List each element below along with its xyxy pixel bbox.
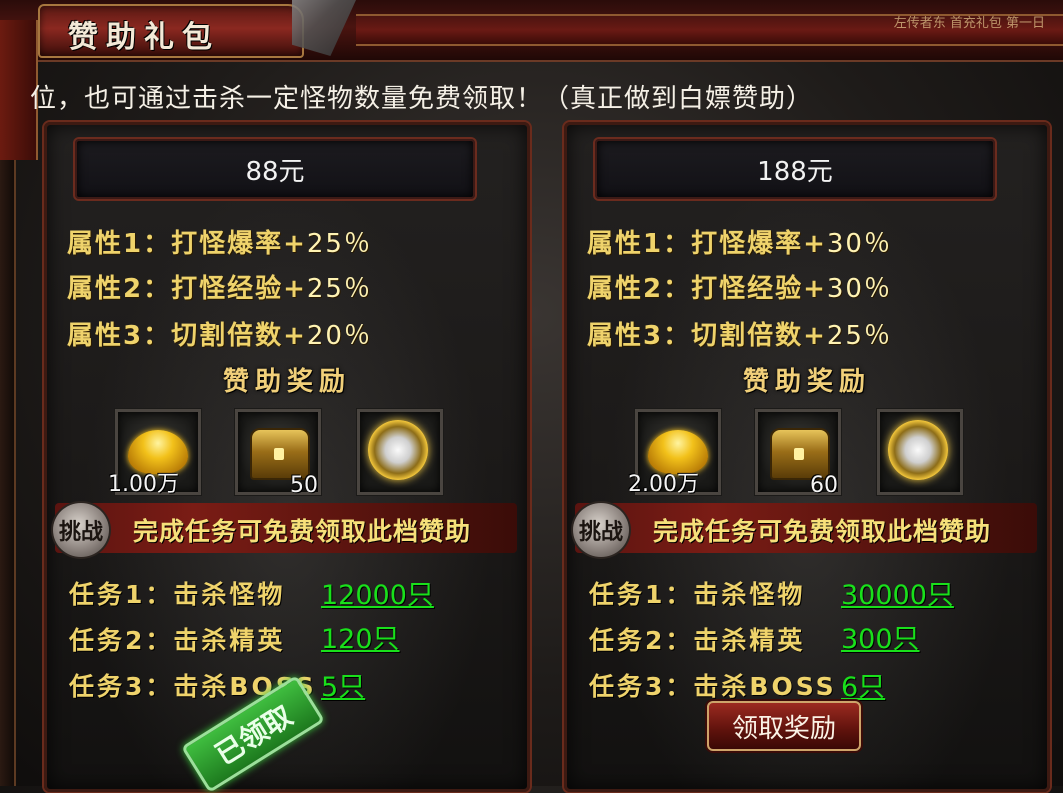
attribute-label: 属性1：打怪爆率+: [67, 229, 307, 259]
attribute-label: 属性1：打怪爆率+: [587, 229, 827, 259]
challenge-tag: 挑战: [571, 501, 631, 559]
reward-slot[interactable]: [357, 409, 443, 495]
attribute-2: 属性2：打怪经验+25％: [67, 268, 372, 305]
reward-count: 50: [290, 473, 318, 498]
challenge-text: 完成任务可免费领取此档赞助: [133, 517, 472, 546]
attribute-3: 属性3：切割倍数+25％: [587, 315, 892, 352]
task-3-value: 5只: [321, 672, 366, 703]
top-right-text: 左传者东 首充礼包 第一日: [893, 16, 1045, 31]
challenge-banner: 挑战 完成任务可免费领取此档赞助: [571, 501, 1037, 559]
attribute-label: 属性2：打怪经验+: [587, 274, 827, 304]
ornament-icon: [292, 0, 356, 56]
reward-slot[interactable]: 1.00万: [108, 409, 201, 497]
attribute-value: 25％: [826, 321, 892, 351]
claim-reward-button[interactable]: 领取奖励: [707, 701, 861, 751]
task-2-value: 120只: [321, 624, 400, 655]
attribute-value: 25％: [306, 274, 372, 304]
dragon-emblem-icon: [368, 420, 428, 480]
attribute-value: 20％: [306, 321, 372, 351]
challenge-tag: 挑战: [51, 501, 111, 559]
attribute-1: 属性1：打怪爆率+25％: [67, 223, 372, 260]
reward-title: 赞助奖励: [222, 367, 351, 397]
attribute-value: 30％: [826, 274, 892, 304]
page-title: 赞助礼包: [68, 20, 220, 55]
header-strip: 左传者东 首充礼包 第一日: [356, 14, 1063, 46]
reward-slot[interactable]: 50: [235, 409, 321, 498]
reward-slot[interactable]: 2.00万: [628, 409, 721, 497]
reward-title: 赞助奖励: [742, 367, 871, 397]
attribute-3: 属性3：切割倍数+20％: [67, 315, 372, 352]
reward-count: 60: [810, 473, 838, 498]
challenge-text: 完成任务可免费领取此档赞助: [653, 517, 992, 546]
reward-count: 2.00万: [628, 472, 699, 497]
task-1-label: 任务1：击杀怪物: [69, 580, 286, 609]
reward-slot[interactable]: [877, 409, 963, 495]
price-label: 188元: [595, 139, 995, 199]
attribute-label: 属性3：切割倍数+: [587, 321, 827, 351]
task-1-label: 任务1：击杀怪物: [589, 580, 806, 609]
task-2-label: 任务2：击杀精英: [69, 626, 286, 655]
task-1-value: 30000只: [841, 580, 954, 611]
reward-slot[interactable]: 60: [755, 409, 841, 498]
top-bar: 左传者东 首充礼包 第一日 赞助礼包: [0, 0, 1063, 62]
price-label: 88元: [75, 139, 475, 199]
challenge-banner: 挑战 完成任务可免费领取此档赞助: [51, 501, 517, 559]
left-frame-edge: [0, 160, 16, 786]
task-2-value: 300只: [841, 624, 920, 655]
attribute-label: 属性3：切割倍数+: [67, 321, 307, 351]
task-3-label: 任务3：击杀BOSS: [589, 672, 837, 701]
attribute-value: 25％: [306, 229, 372, 259]
attribute-1: 属性1：打怪爆率+30％: [587, 223, 892, 260]
horse-emblem-icon: [888, 420, 948, 480]
reward-count: 1.00万: [108, 472, 179, 497]
attribute-label: 属性2：打怪经验+: [67, 274, 307, 304]
sponsor-panel-188: 188元 属性1：打怪爆率+30％ 属性2：打怪经验+30％ 属性3：切割倍数+…: [564, 122, 1050, 792]
sponsor-panel-88: 88元 属性1：打怪爆率+25％ 属性2：打怪经验+25％ 属性3：切割倍数+2…: [44, 122, 530, 793]
task-2-label: 任务2：击杀精英: [589, 626, 806, 655]
notice-text: 位，也可通过击杀一定怪物数量免费领取！（真正做到白嫖赞助）: [30, 84, 814, 114]
task-1-value: 12000只: [321, 580, 434, 611]
attribute-value: 30％: [826, 229, 892, 259]
task-3-value: 6只: [841, 672, 886, 703]
attribute-2: 属性2：打怪经验+30％: [587, 268, 892, 305]
